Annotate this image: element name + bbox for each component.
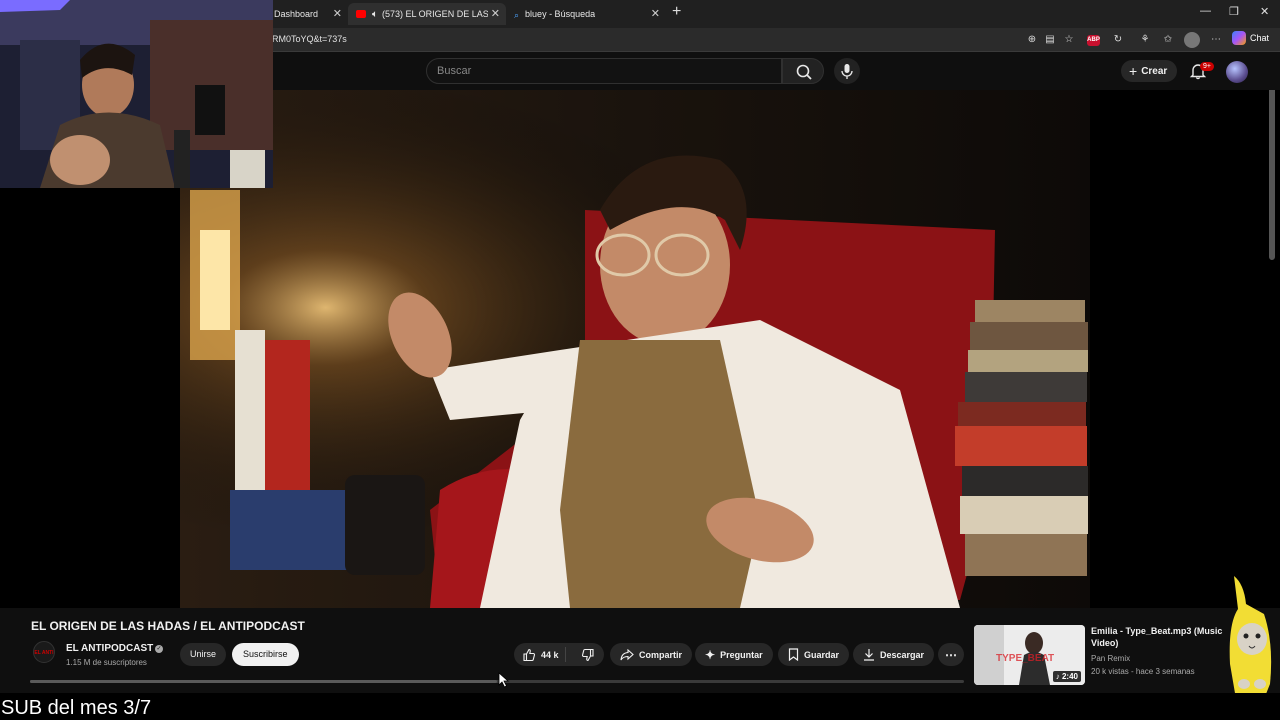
join-button[interactable]: Unirse	[180, 643, 227, 666]
refresh-extension-icon[interactable]: ↻	[1110, 32, 1126, 48]
extensions-icon[interactable]: ⚘	[1137, 32, 1153, 48]
recommendation-thumbnail[interactable]: TYPE_BEAT ♪ 2:40	[974, 625, 1085, 685]
tab-label: bluey - Búsqueda	[525, 9, 596, 19]
speaker-icon[interactable]: 🔈︎	[372, 9, 378, 20]
thumbs-up-icon	[523, 648, 536, 661]
banana-cat-sticker	[1229, 576, 1272, 699]
thumbnail-overlay-text: TYPE_BEAT	[996, 653, 1054, 664]
microphone-icon	[841, 64, 853, 79]
share-button[interactable]: Compartir	[610, 643, 693, 666]
minimize-icon[interactable]: —	[1200, 5, 1211, 17]
share-arrow-icon	[620, 648, 634, 660]
favorite-star-icon[interactable]: ☆	[1061, 32, 1077, 48]
overlay-bar	[0, 693, 1280, 720]
more-actions-button[interactable]: ⋯	[938, 643, 964, 666]
channel-name[interactable]: EL ANTIPODCAST	[66, 643, 153, 654]
sub-counter-text: SUB del mes 3/7	[1, 697, 152, 719]
video-title: EL ORIGEN DE LAS HADAS / EL ANTIPODCAST	[31, 619, 305, 633]
search-input[interactable]	[427, 59, 781, 83]
adblock-icon[interactable]: ABP	[1087, 35, 1100, 46]
tab-bluey-search[interactable]: ⌕ bluey - Búsqueda ✕	[506, 3, 666, 25]
search-box	[426, 58, 782, 84]
create-button[interactable]: + Crear	[1121, 60, 1178, 82]
new-tab-icon[interactable]: +	[672, 3, 681, 21]
ask-label: Preguntar	[720, 649, 763, 660]
books-right	[955, 300, 1088, 576]
subscriber-count: 1.15 M de suscriptores	[66, 658, 147, 667]
progress-fill	[30, 680, 497, 683]
recommendation-meta: 20 k vistas - hace 3 semanas	[1091, 667, 1195, 676]
account-avatar[interactable]	[1226, 61, 1248, 83]
tab-dashboard[interactable]: Dashboard ✕	[266, 3, 348, 25]
recommendation-channel[interactable]: Pan Remix	[1091, 654, 1130, 663]
profile-icon[interactable]	[1184, 32, 1200, 48]
close-icon[interactable]: ✕	[651, 7, 660, 20]
sparkle-icon: ✦	[705, 647, 716, 662]
chat-label: Chat	[1250, 33, 1270, 43]
tab-label: (573) EL ORIGEN DE LAS HADA	[382, 9, 488, 19]
streamer-webcam	[0, 0, 273, 188]
channel-avatar[interactable]: EL ANTI	[33, 641, 55, 663]
webcam-feed	[0, 0, 273, 188]
bookmark-icon	[788, 648, 799, 661]
url-field[interactable]: RM0ToYQ&t=737s	[272, 34, 347, 44]
save-label: Guardar	[804, 649, 840, 660]
download-icon	[864, 649, 874, 661]
plus-icon: +	[1129, 63, 1138, 79]
translate-icon[interactable]: ⊕	[1024, 32, 1040, 48]
mouse-cursor-icon	[498, 672, 510, 688]
page-scrollbar[interactable]	[1269, 90, 1275, 260]
verified-check-icon: ✓	[155, 645, 163, 653]
search-button[interactable]	[782, 58, 824, 84]
search-favicon-icon: ⌕	[514, 10, 520, 20]
thumbs-down-icon	[581, 648, 594, 661]
dislike-button[interactable]	[571, 648, 604, 662]
restore-icon[interactable]: ❐	[1229, 5, 1239, 18]
more-menu-icon[interactable]: ⋯	[1208, 32, 1224, 48]
recommendation-title[interactable]: Emilia - Type_Beat.mp3 (Music Video)	[1091, 625, 1223, 649]
like-count: 44 k	[541, 649, 559, 660]
search-icon	[796, 64, 812, 80]
save-button[interactable]: Guardar	[778, 643, 850, 666]
like-button[interactable]: 44 k	[514, 647, 567, 662]
duration-text: 2:40	[1061, 672, 1078, 681]
close-icon[interactable]: ✕	[333, 7, 342, 20]
create-label: Crear	[1141, 65, 1168, 77]
copilot-icon	[1232, 31, 1246, 45]
description-progress-track[interactable]	[30, 680, 964, 683]
notification-badge: 9+	[1200, 62, 1214, 71]
ask-button[interactable]: ✦ Preguntar	[695, 643, 773, 666]
close-icon[interactable]: ✕	[491, 7, 500, 20]
video-duration: ♪ 2:40	[1052, 671, 1081, 682]
copilot-chat-button[interactable]: Chat	[1232, 31, 1269, 45]
window-close-icon[interactable]: ✕	[1260, 5, 1269, 18]
youtube-favicon-icon	[356, 10, 366, 18]
share-label: Compartir	[639, 649, 683, 660]
voice-search-button[interactable]	[834, 58, 860, 84]
more-dots-icon: ⋯	[945, 647, 957, 662]
tab-youtube-video[interactable]: 🔈︎ (573) EL ORIGEN DE LAS HADA ✕	[348, 3, 506, 25]
download-label: Descargar	[880, 649, 925, 660]
subscribe-button[interactable]: Suscribirse	[232, 643, 299, 666]
like-dislike-group: 44 k	[514, 643, 604, 666]
download-button[interactable]: Descargar	[853, 643, 935, 666]
reader-icon[interactable]: ▤	[1042, 32, 1058, 48]
favorites-icon[interactable]: ✩	[1160, 32, 1176, 48]
tab-label: Dashboard	[274, 9, 319, 19]
